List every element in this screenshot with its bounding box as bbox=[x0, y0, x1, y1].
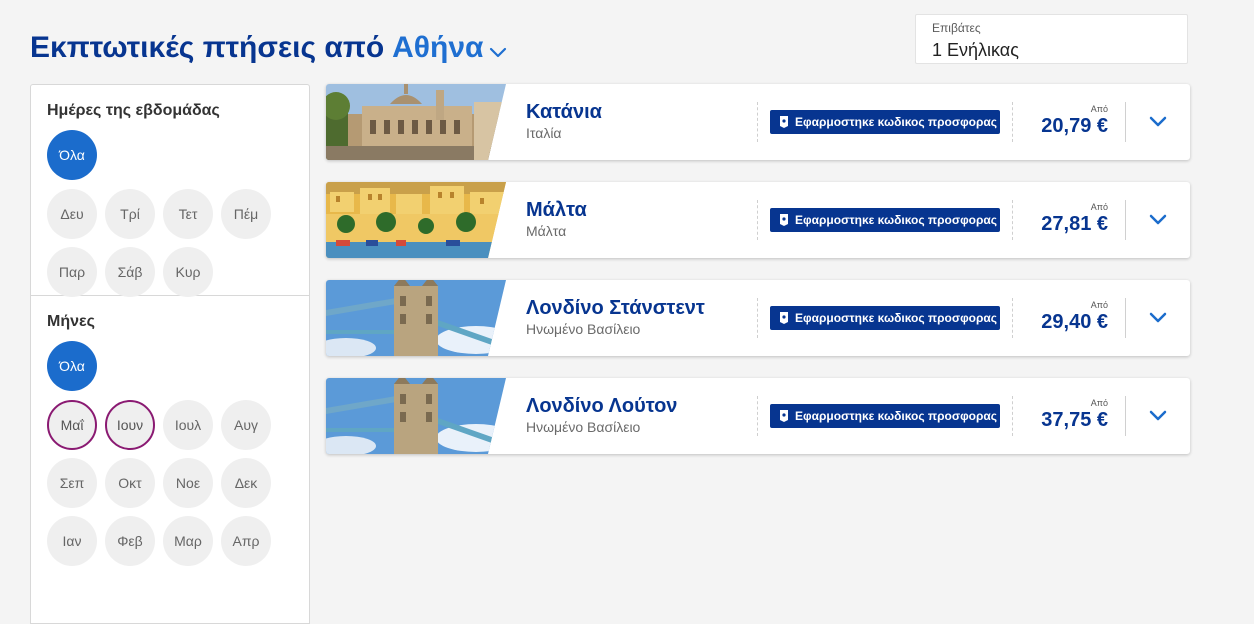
chevron-down-icon[interactable] bbox=[1146, 404, 1170, 428]
price-from-label: Από bbox=[1090, 202, 1108, 212]
promo-text: Εφαρμοστηκε κωδικος προσφορας bbox=[795, 213, 998, 227]
destination-photo bbox=[326, 280, 506, 356]
months-heading: Μήνες bbox=[47, 313, 95, 330]
weekdays-filter: Ημέρες της εβδομάδας Όλα Δευ Τρί Τετ Πέμ… bbox=[31, 85, 309, 297]
destination-photo bbox=[326, 378, 506, 454]
filters-panel: Ημέρες της εβδομάδας Όλα Δευ Τρί Τετ Πέμ… bbox=[30, 84, 310, 624]
month-chip-selected[interactable]: Ιουν bbox=[105, 400, 155, 450]
divider bbox=[1125, 396, 1126, 436]
weekday-chip[interactable]: Σάβ bbox=[105, 247, 155, 297]
month-chip-selected[interactable]: Μαΐ bbox=[47, 400, 97, 450]
price-value: 27,81 € bbox=[1041, 213, 1108, 235]
month-chip[interactable]: Μαρ bbox=[163, 516, 213, 566]
divider bbox=[1012, 396, 1013, 436]
month-chip[interactable]: Δεκ bbox=[221, 458, 271, 508]
price-value: 37,75 € bbox=[1041, 409, 1108, 431]
weekday-chip[interactable]: Παρ bbox=[47, 247, 97, 297]
destination-photo bbox=[326, 182, 506, 258]
page-title-text: Εκπτωτικές πτήσεις από bbox=[30, 31, 385, 64]
divider bbox=[757, 298, 758, 338]
weekdays-heading: Ημέρες της εβδομάδας bbox=[47, 102, 220, 119]
weekday-chip[interactable]: Δευ bbox=[47, 189, 97, 239]
tag-icon bbox=[779, 214, 789, 226]
tag-icon bbox=[779, 116, 789, 128]
month-chip[interactable]: Σεπ bbox=[47, 458, 97, 508]
price-block: Από 20,79 € bbox=[1041, 104, 1108, 138]
promo-badge: Εφαρμοστηκε κωδικος προσφορας bbox=[770, 306, 1000, 330]
destination-country: Μάλτα bbox=[526, 223, 567, 239]
month-chip[interactable]: Ιουλ bbox=[163, 400, 213, 450]
price-from-label: Από bbox=[1090, 300, 1108, 310]
weekday-chip-all[interactable]: Όλα bbox=[47, 130, 97, 180]
origin-city-selector[interactable]: Αθήνα bbox=[392, 28, 483, 68]
price-from-label: Από bbox=[1090, 398, 1108, 408]
divider bbox=[757, 102, 758, 142]
divider bbox=[1125, 298, 1126, 338]
destination-info: Λονδίνο Λούτον Ηνωμένο Βασίλειο bbox=[526, 394, 677, 436]
flight-card[interactable]: Κατάνια Ιταλία Εφαρμοστηκε κωδικος προσφ… bbox=[326, 84, 1190, 160]
page-title: Εκπτωτικές πτήσεις από Αθήνα bbox=[30, 26, 507, 70]
destination-name: Λονδίνο Στάνστεντ bbox=[526, 297, 705, 319]
divider bbox=[757, 200, 758, 240]
price-block: Από 29,40 € bbox=[1041, 300, 1108, 334]
month-chip[interactable]: Απρ bbox=[221, 516, 271, 566]
promo-text: Εφαρμοστηκε κωδικος προσφορας bbox=[795, 409, 998, 423]
month-chip[interactable]: Ιαν bbox=[47, 516, 97, 566]
divider bbox=[1012, 200, 1013, 240]
passengers-selector[interactable]: Επιβάτες 1 Ενήλικας bbox=[915, 14, 1188, 64]
promo-badge: Εφαρμοστηκε κωδικος προσφορας bbox=[770, 110, 1000, 134]
divider bbox=[757, 396, 758, 436]
weekday-chip[interactable]: Πέμ bbox=[221, 189, 271, 239]
price-block: Από 37,75 € bbox=[1041, 398, 1108, 432]
flight-card[interactable]: Λονδίνο Στάνστεντ Ηνωμένο Βασίλειο Εφαρμ… bbox=[326, 280, 1190, 356]
destination-name: Κατάνια bbox=[526, 101, 602, 123]
weekday-chip[interactable]: Κυρ bbox=[163, 247, 213, 297]
destination-info: Κατάνια Ιταλία bbox=[526, 100, 602, 142]
tag-icon bbox=[779, 312, 789, 324]
chevron-down-icon[interactable] bbox=[489, 30, 507, 70]
destination-info: Λονδίνο Στάνστεντ Ηνωμένο Βασίλειο bbox=[526, 296, 705, 338]
divider bbox=[1012, 298, 1013, 338]
destination-country: Ηνωμένο Βασίλειο bbox=[526, 321, 641, 337]
tag-icon bbox=[779, 410, 789, 422]
destination-name: Λονδίνο Λούτον bbox=[526, 395, 678, 417]
promo-text: Εφαρμοστηκε κωδικος προσφορας bbox=[795, 311, 998, 325]
month-chip[interactable]: Αυγ bbox=[221, 400, 271, 450]
divider bbox=[1125, 102, 1126, 142]
chevron-down-icon[interactable] bbox=[1146, 110, 1170, 134]
destination-country: Ηνωμένο Βασίλειο bbox=[526, 419, 641, 435]
promo-badge: Εφαρμοστηκε κωδικος προσφορας bbox=[770, 404, 1000, 428]
price-value: 20,79 € bbox=[1041, 115, 1108, 137]
flight-card[interactable]: Μάλτα Μάλτα Εφαρμοστηκε κωδικος προσφορα… bbox=[326, 182, 1190, 258]
month-chip-all[interactable]: Όλα bbox=[47, 341, 97, 391]
weekday-chip[interactable]: Τετ bbox=[163, 189, 213, 239]
months-filter: Μήνες Όλα Μαΐ Ιουν Ιουλ Αυγ Σεπ Οκτ Νοε … bbox=[31, 296, 309, 566]
destination-info: Μάλτα Μάλτα bbox=[526, 198, 587, 240]
destination-country: Ιταλία bbox=[526, 125, 562, 141]
flight-card[interactable]: Λονδίνο Λούτον Ηνωμένο Βασίλειο Εφαρμοστ… bbox=[326, 378, 1190, 454]
divider bbox=[1125, 200, 1126, 240]
promo-text: Εφαρμοστηκε κωδικος προσφορας bbox=[795, 115, 998, 129]
passengers-value: 1 Ενήλικας bbox=[932, 40, 1019, 60]
month-chip[interactable]: Οκτ bbox=[105, 458, 155, 508]
promo-badge: Εφαρμοστηκε κωδικος προσφορας bbox=[770, 208, 1000, 232]
weekday-chip[interactable]: Τρί bbox=[105, 189, 155, 239]
chevron-down-icon[interactable] bbox=[1146, 208, 1170, 232]
divider bbox=[1012, 102, 1013, 142]
passengers-label: Επιβάτες bbox=[932, 21, 981, 35]
price-block: Από 27,81 € bbox=[1041, 202, 1108, 236]
month-chip[interactable]: Νοε bbox=[163, 458, 213, 508]
destination-photo bbox=[326, 84, 506, 160]
price-from-label: Από bbox=[1090, 104, 1108, 114]
price-value: 29,40 € bbox=[1041, 311, 1108, 333]
destination-name: Μάλτα bbox=[526, 199, 587, 221]
chevron-down-icon[interactable] bbox=[1146, 306, 1170, 330]
month-chip[interactable]: Φεβ bbox=[105, 516, 155, 566]
